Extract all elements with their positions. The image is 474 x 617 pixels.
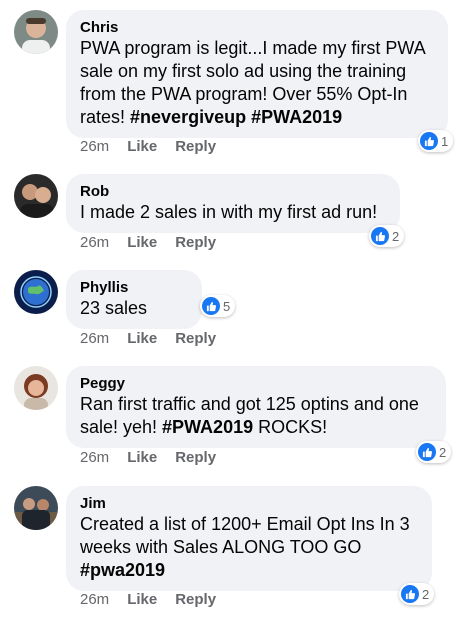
comment-bubble: Rob I made 2 sales in with my first ad r… (66, 174, 400, 233)
comment-actions: 26m Like Reply (80, 449, 216, 466)
avatar[interactable] (14, 486, 58, 530)
comment-text: I made 2 sales in with my first ad run! (80, 202, 378, 222)
reaction-count[interactable]: 5 (200, 295, 236, 317)
comment-time[interactable]: 26m (80, 591, 109, 608)
like-button[interactable]: Like (127, 330, 157, 347)
like-button[interactable]: Like (127, 591, 157, 608)
comment-bubble: Peggy Ran first traffic and got 125 opti… (66, 366, 446, 448)
comment-author[interactable]: Jim (80, 494, 418, 513)
reaction-count[interactable]: 1 (418, 130, 454, 152)
comment-bubble: Jim Created a list of 1200+ Email Opt In… (66, 486, 432, 591)
comment-time[interactable]: 26m (80, 138, 109, 155)
comment-text: PWA program is legit...I made my first P… (80, 38, 425, 127)
like-button[interactable]: Like (127, 234, 157, 251)
comment-author[interactable]: Phyllis (80, 278, 188, 297)
comment-actions: 26m Like Reply (80, 591, 216, 608)
comment-author[interactable]: Rob (80, 182, 386, 201)
comment-text: Created a list of 1200+ Email Opt Ins In… (80, 514, 410, 580)
comment-text: Ran first traffic and got 125 optins and… (80, 394, 419, 437)
like-button[interactable]: Like (127, 449, 157, 466)
hashtag[interactable]: #nevergiveup #PWA2019 (130, 107, 342, 127)
like-thumb-icon (420, 132, 438, 150)
avatar[interactable] (14, 10, 58, 54)
avatar[interactable] (14, 174, 58, 218)
comment-bubble: Chris PWA program is legit...I made my f… (66, 10, 448, 138)
like-thumb-icon (371, 227, 389, 245)
hashtag[interactable]: #pwa2019 (80, 560, 165, 580)
reply-button[interactable]: Reply (175, 138, 216, 155)
comment-author[interactable]: Chris (80, 18, 434, 37)
reply-button[interactable]: Reply (175, 591, 216, 608)
comment-author[interactable]: Peggy (80, 374, 432, 393)
reaction-count[interactable]: 2 (399, 583, 435, 605)
comment-actions: 26m Like Reply (80, 138, 216, 155)
reply-button[interactable]: Reply (175, 449, 216, 466)
comment-time[interactable]: 26m (80, 234, 109, 251)
comment-actions: 26m Like Reply (80, 330, 216, 347)
like-thumb-icon (202, 297, 220, 315)
avatar[interactable] (14, 366, 58, 410)
comment-text: 23 sales (80, 298, 148, 318)
like-button[interactable]: Like (127, 138, 157, 155)
comment-bubble: Phyllis 23 sales (66, 270, 202, 329)
reply-button[interactable]: Reply (175, 234, 216, 251)
avatar[interactable] (14, 270, 58, 314)
hashtag[interactable]: #PWA2019 (162, 417, 253, 437)
reply-button[interactable]: Reply (175, 330, 216, 347)
comment-time[interactable]: 26m (80, 330, 109, 347)
reaction-count[interactable]: 2 (369, 225, 405, 247)
comment-actions: 26m Like Reply (80, 234, 216, 251)
like-thumb-icon (401, 585, 419, 603)
like-thumb-icon (418, 443, 436, 461)
comment-time[interactable]: 26m (80, 449, 109, 466)
reaction-count[interactable]: 2 (416, 441, 452, 463)
